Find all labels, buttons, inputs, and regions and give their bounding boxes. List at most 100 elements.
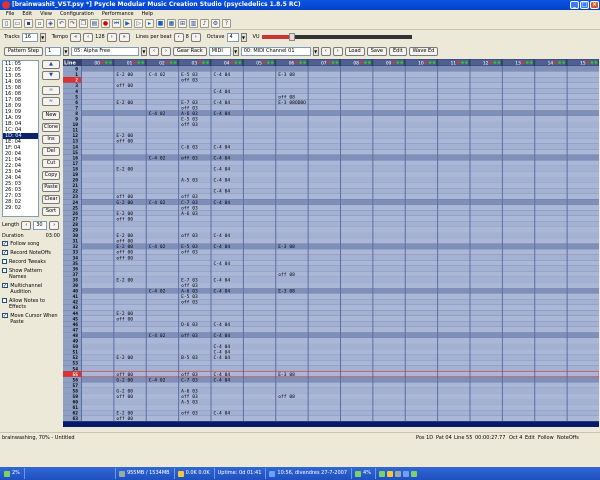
note-event[interactable]: C-4 02	[149, 111, 166, 117]
track-led-icon[interactable]	[489, 61, 493, 64]
note-event[interactable]: off 08	[278, 272, 295, 278]
ins-button[interactable]: Ins	[42, 135, 60, 144]
length-value[interactable]: 30	[33, 220, 48, 230]
volume-slider-knob[interactable]	[288, 33, 295, 41]
note-event[interactable]: C-4 04	[214, 322, 231, 328]
note-event[interactable]: E-5 03	[181, 117, 198, 123]
clone-button[interactable]: Clone	[42, 123, 60, 132]
option-row[interactable]: ✓ Follow song	[2, 241, 60, 247]
track-led-icon[interactable]	[558, 61, 562, 64]
track-led-icon[interactable]	[327, 61, 331, 64]
note-event[interactable]: C-4 04	[214, 155, 231, 161]
track-led-icon[interactable]	[303, 61, 307, 64]
sequence-entry[interactable]: 29: 02	[3, 205, 38, 211]
note-event[interactable]: off 03	[181, 233, 198, 239]
note-event[interactable]: C-4 04	[214, 350, 231, 356]
note-event[interactable]: C-4 04	[214, 178, 231, 184]
play-pattern-icon[interactable]: ▸	[145, 19, 154, 28]
track-led-icon[interactable]	[497, 61, 501, 64]
note-event[interactable]: off 00	[116, 216, 133, 222]
instrument-icon[interactable]: ♪	[200, 19, 209, 28]
play-selection-icon[interactable]: ▷	[134, 19, 143, 28]
sort-button[interactable]: Sort	[42, 207, 60, 216]
track-led-icon[interactable]	[493, 61, 497, 64]
paste-icon[interactable]: ▤	[90, 19, 99, 28]
option-row[interactable]: ✓ Move Cursor When Paste	[2, 313, 60, 325]
note-event[interactable]: C-4 04	[214, 377, 231, 383]
seq-unlink-icon[interactable]: ≈	[42, 97, 60, 106]
note-event[interactable]: C-4 04	[214, 333, 231, 339]
tray-app-icon[interactable]	[394, 470, 401, 477]
tracks-select[interactable]: 16	[21, 32, 38, 42]
note-event[interactable]: C-4 04	[214, 144, 231, 150]
note-event[interactable]: E-2 00	[116, 133, 133, 139]
note-event[interactable]: C-7 03	[181, 377, 198, 383]
redo-icon[interactable]: ↷	[68, 19, 77, 28]
track-led-icon[interactable]	[331, 61, 335, 64]
track-led-icon[interactable]	[266, 61, 270, 64]
record-icon[interactable]: ●	[101, 19, 110, 28]
track-led-icon[interactable]	[335, 61, 339, 64]
note-event[interactable]: off 03	[181, 283, 198, 289]
option-checkbox[interactable]: ✓	[2, 313, 9, 319]
option-checkbox[interactable]	[2, 259, 7, 264]
note-event[interactable]: C-4 04	[214, 411, 231, 417]
note-event[interactable]: off 00	[116, 394, 133, 400]
tempo-down-button[interactable]: «	[70, 32, 82, 42]
note-event[interactable]: E-2 00	[116, 100, 133, 106]
track-led-icon[interactable]	[461, 61, 464, 64]
pattern-grid[interactable]: Line012345678910111213141516171819202122…	[63, 59, 599, 427]
save-file-icon[interactable]: ▪	[24, 19, 33, 28]
note-event[interactable]: E-3 08ODBO	[278, 100, 306, 106]
note-event[interactable]: C-6 03	[181, 144, 198, 150]
length-inc-button[interactable]: ›	[49, 220, 60, 230]
machine-next-button[interactable]: ›	[160, 46, 171, 56]
note-event[interactable]: E-2 00	[116, 211, 133, 217]
note-event[interactable]: off 03	[181, 194, 198, 200]
track-led-icon[interactable]	[108, 61, 112, 64]
maximize-button[interactable]: □	[580, 1, 589, 9]
option-row[interactable]: Allow Notes to Effects	[2, 298, 60, 310]
note-event[interactable]: C-4 04	[214, 261, 231, 267]
track-led-icon[interactable]	[270, 61, 274, 64]
note-event[interactable]: C-4 02	[149, 244, 166, 250]
machine-view-icon[interactable]: ⊞	[178, 19, 187, 28]
tempo-inc-button[interactable]: ›	[106, 32, 117, 42]
channel-select[interactable]: 00: MIDI Channel 01	[240, 46, 311, 56]
seq-up-icon[interactable]: ▲	[42, 60, 60, 69]
note-event[interactable]: off 03	[181, 122, 198, 128]
track-led-icon[interactable]	[424, 61, 428, 64]
lpb-dec-button[interactable]: ‹	[173, 32, 184, 42]
pattern-editor-icon[interactable]: ▦	[167, 19, 176, 28]
note-event[interactable]: off 03	[181, 105, 198, 111]
track-led-icon[interactable]	[137, 61, 141, 64]
note-event[interactable]: A-6 03	[181, 289, 198, 295]
tempo-up-button[interactable]: »	[118, 32, 130, 42]
option-row[interactable]: ✓ Multichannel Audition	[2, 283, 60, 295]
note-event[interactable]: E-2 00	[116, 411, 133, 417]
track-led-icon[interactable]	[457, 61, 460, 64]
note-event[interactable]: G-2 00	[116, 388, 133, 394]
machine-dropdown-icon[interactable]: ▼	[140, 46, 147, 56]
note-event[interactable]: C-4 04	[214, 72, 231, 78]
note-event[interactable]: E-5 03	[181, 244, 198, 250]
note-event[interactable]: E-7 03	[181, 100, 198, 106]
track-led-icon[interactable]	[230, 61, 234, 64]
note-event[interactable]: C-4 02	[149, 155, 166, 161]
seq-link-icon[interactable]: ∞	[42, 86, 60, 95]
note-event[interactable]: E-2 00	[116, 244, 133, 250]
note-event[interactable]: off 00	[116, 255, 133, 261]
menu-edit[interactable]: Edit	[18, 11, 36, 17]
play-icon[interactable]: ▶	[123, 19, 132, 28]
note-event[interactable]: off 00	[116, 83, 133, 89]
save-as-icon[interactable]: ▫	[35, 19, 44, 28]
note-event[interactable]: off 00	[116, 139, 133, 145]
length-dec-button[interactable]: ‹	[21, 220, 32, 230]
help-icon[interactable]: ?	[222, 19, 231, 28]
note-event[interactable]: E-2 00	[116, 166, 133, 172]
note-event[interactable]: C-4 02	[149, 200, 166, 206]
vu-meter[interactable]	[261, 33, 412, 41]
midi-select[interactable]: MIDI	[208, 46, 231, 56]
gear-rack-button[interactable]: Gear Rack	[172, 46, 207, 56]
track-led-icon[interactable]	[529, 61, 533, 64]
